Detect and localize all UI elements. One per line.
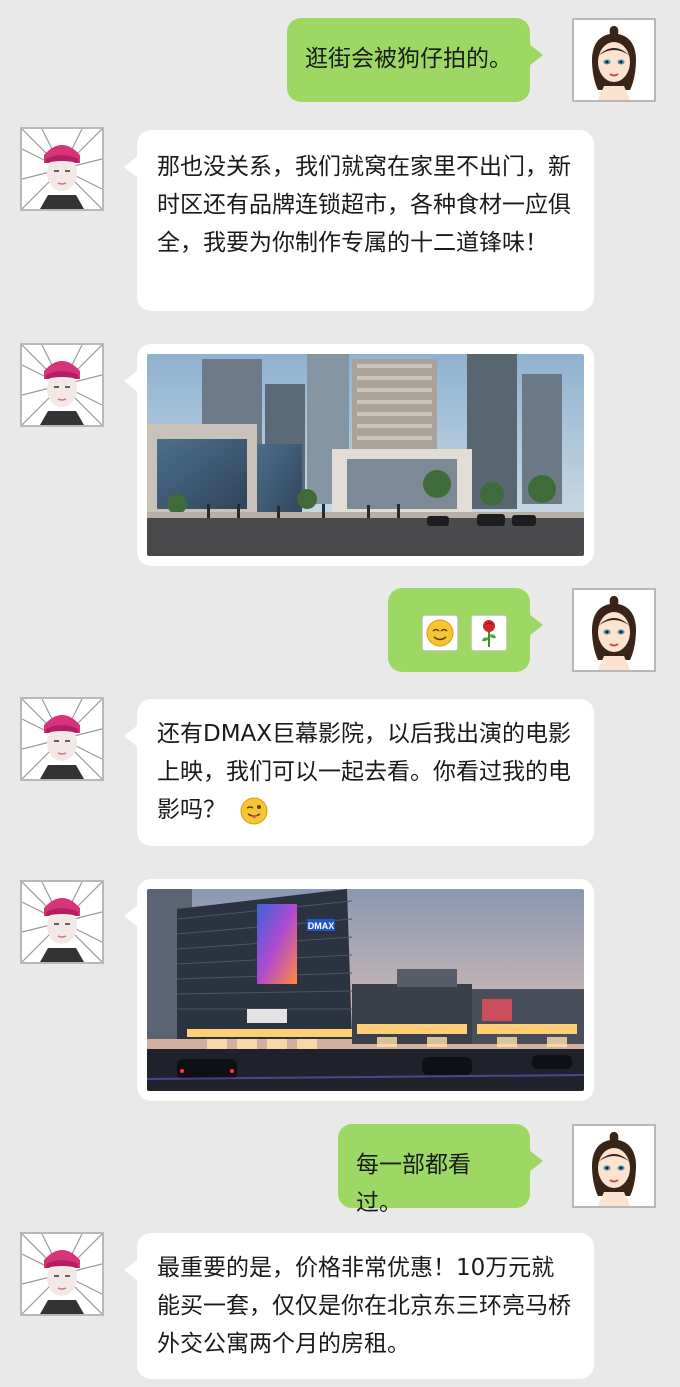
- emoji-row: [422, 613, 513, 651]
- tongue-wink-emoji-icon: [237, 794, 271, 828]
- chat-bubble-7[interactable]: 每一部都看过。: [338, 1124, 543, 1216]
- chat-bubble-emojis[interactable]: [388, 588, 543, 672]
- cinema-mall-photo-night[interactable]: DMAX: [147, 889, 584, 1091]
- male-avatar-icon: [22, 1234, 102, 1314]
- male-avatar-icon: [22, 882, 102, 962]
- avatar-female-7[interactable]: [572, 1124, 656, 1208]
- male-avatar-icon: [22, 699, 102, 779]
- female-avatar-icon: [574, 20, 654, 100]
- chat-bubble-5[interactable]: 还有DMAX巨幕影院，以后我出演的电影上映，我们可以一起去看。你看过我的电影吗？: [124, 699, 594, 846]
- avatar-male-6[interactable]: [20, 880, 104, 964]
- dmax-sign-text: DMAX: [308, 921, 335, 931]
- cinema-mall-photo-night-image: DMAX: [147, 889, 584, 1091]
- message-text-with-emoji: 还有DMAX巨幕影院，以后我出演的电影上映，我们可以一起去看。你看过我的电影吗？: [137, 699, 594, 845]
- building-photo-day-image: [147, 354, 584, 556]
- chat-image-bubble-night[interactable]: DMAX: [124, 879, 594, 1101]
- avatar-male-3[interactable]: [20, 343, 104, 427]
- avatar-male-2[interactable]: [20, 127, 104, 211]
- building-photo-day[interactable]: [147, 354, 584, 556]
- message-text: 逛街会被狗仔拍的。: [305, 46, 512, 72]
- male-avatar-icon: [22, 129, 102, 209]
- grin-emoji-icon: [422, 614, 458, 651]
- avatar-male-8[interactable]: [20, 1232, 104, 1316]
- avatar-female-1[interactable]: [572, 18, 656, 102]
- avatar-female-4[interactable]: [572, 588, 656, 672]
- message-text: 最重要的是，价格非常优惠！10万元就能买一套，仅仅是你在北京东三环亮马桥外交公寓…: [157, 1255, 571, 1357]
- chat-bubble-2[interactable]: 那也没关系，我们就窝在家里不出门，新时区还有品牌连锁超市，各种食材一应俱全，我要…: [124, 130, 594, 311]
- female-avatar-icon: [574, 1126, 654, 1206]
- chat-bubble-8[interactable]: 最重要的是，价格非常优惠！10万元就能买一套，仅仅是你在北京东三环亮马桥外交公寓…: [124, 1233, 594, 1379]
- avatar-male-5[interactable]: [20, 697, 104, 781]
- female-avatar-icon: [574, 590, 654, 670]
- message-text: 每一部都看过。: [356, 1152, 471, 1216]
- message-text: 还有DMAX巨幕影院，以后我出演的电影上映，我们可以一起去看。你看过我的电影吗？: [157, 721, 572, 823]
- chat-bubble-1[interactable]: 逛街会被狗仔拍的。: [287, 18, 543, 102]
- rose-emoji-icon: [471, 614, 508, 651]
- male-avatar-icon: [22, 345, 102, 425]
- message-text: 那也没关系，我们就窝在家里不出门，新时区还有品牌连锁超市，各种食材一应俱全，我要…: [157, 154, 571, 256]
- chat-image-bubble-day[interactable]: [124, 344, 594, 566]
